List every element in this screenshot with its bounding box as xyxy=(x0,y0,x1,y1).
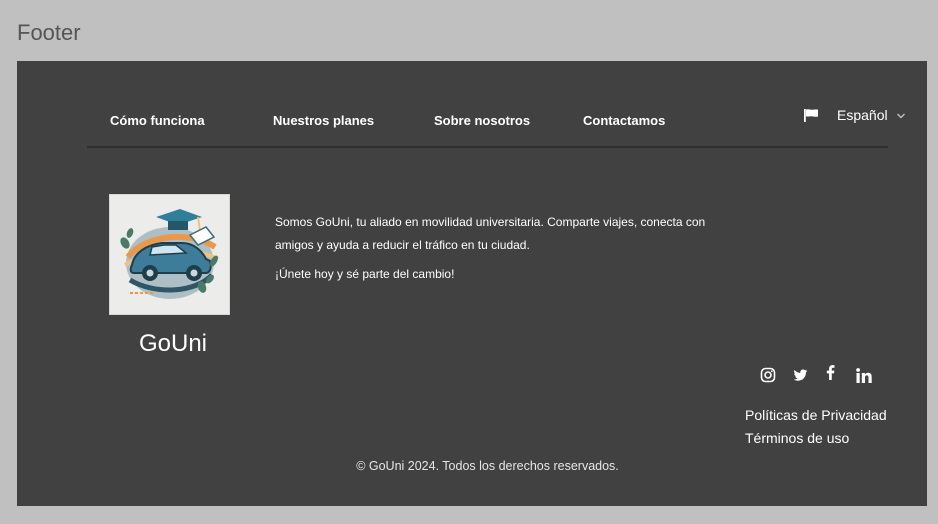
nav-divider xyxy=(87,146,888,148)
brand-name: GoUni xyxy=(138,330,208,357)
site-footer: Cómo funciona Nuestros planes Sobre noso… xyxy=(17,61,927,506)
chevron-down-icon xyxy=(896,113,905,119)
linkedin-icon[interactable] xyxy=(854,365,874,385)
page-title: Footer xyxy=(17,20,81,45)
brand-description: Somos GoUni, tu aliado en movilidad univ… xyxy=(275,215,706,252)
twitter-icon[interactable] xyxy=(790,365,810,385)
facebook-icon[interactable] xyxy=(820,362,840,382)
instagram-icon[interactable] xyxy=(758,365,778,385)
terms-of-use-link[interactable]: Términos de uso xyxy=(745,430,849,446)
nav-link-contactamos[interactable]: Contactamos xyxy=(583,113,665,128)
nav-link-como-funciona[interactable]: Cómo funciona xyxy=(110,113,205,128)
language-selector[interactable]: Español xyxy=(803,107,906,123)
nav-link-nuestros-planes[interactable]: Nuestros planes xyxy=(273,113,374,128)
privacy-policy-link[interactable]: Políticas de Privacidad xyxy=(745,407,887,423)
brand-cta: ¡Únete hoy y sé parte del cambio! xyxy=(275,267,455,281)
nav-link-sobre-nosotros[interactable]: Sobre nosotros xyxy=(434,113,530,128)
language-label: Español xyxy=(837,107,888,123)
flag-icon xyxy=(804,109,818,122)
copyright-text: © GoUni 2024. Todos los derechos reserva… xyxy=(356,459,619,473)
gouni-logo xyxy=(109,194,230,315)
